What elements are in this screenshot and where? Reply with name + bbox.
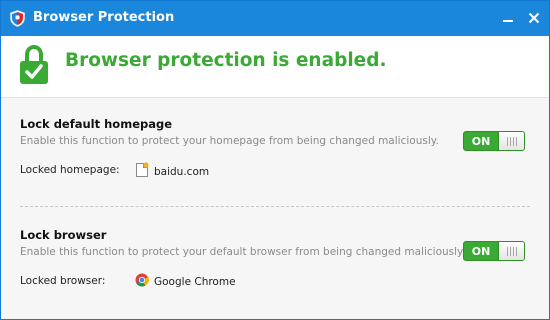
page-icon	[135, 162, 149, 181]
locked-browser-label: Locked browser:	[20, 275, 106, 287]
locked-browser-value: Google Chrome	[135, 273, 236, 290]
protection-status-text: Browser protection is enabled.	[65, 50, 387, 71]
locked-homepage-value: baidu.com	[135, 162, 209, 181]
toggle-on-label: ON	[471, 134, 491, 148]
toggle-knob	[498, 132, 524, 150]
close-button[interactable]	[525, 8, 543, 28]
close-icon	[528, 12, 540, 24]
section-divider	[20, 206, 530, 207]
locked-homepage-text: baidu.com	[154, 165, 210, 178]
toggle-knob	[498, 242, 524, 260]
lock-homepage-toggle[interactable]: ON	[463, 131, 525, 151]
window-title: Browser Protection	[33, 10, 175, 25]
minimize-icon	[503, 20, 513, 22]
lock-browser-title: Lock browser	[20, 228, 107, 242]
chrome-icon	[135, 273, 149, 290]
lock-homepage-title: Lock default homepage	[20, 117, 173, 131]
browser-protection-window: Browser Protection Browser protection is…	[0, 0, 550, 320]
toggle-on-label: ON	[471, 244, 491, 258]
shield-icon	[10, 10, 25, 27]
lock-browser-description: Enable this function to protect your def…	[20, 246, 466, 258]
lock-homepage-description: Enable this function to protect your hom…	[20, 135, 439, 147]
title-bar[interactable]: Browser Protection	[1, 1, 549, 36]
locked-browser-text: Google Chrome	[154, 275, 236, 288]
lock-check-icon	[19, 44, 49, 85]
status-header: Browser protection is enabled.	[1, 36, 549, 96]
minimize-button[interactable]	[499, 8, 517, 28]
settings-panel: Lock default homepage Enable this functi…	[1, 97, 549, 319]
lock-browser-toggle[interactable]: ON	[463, 241, 525, 261]
locked-homepage-label: Locked homepage:	[20, 164, 120, 176]
